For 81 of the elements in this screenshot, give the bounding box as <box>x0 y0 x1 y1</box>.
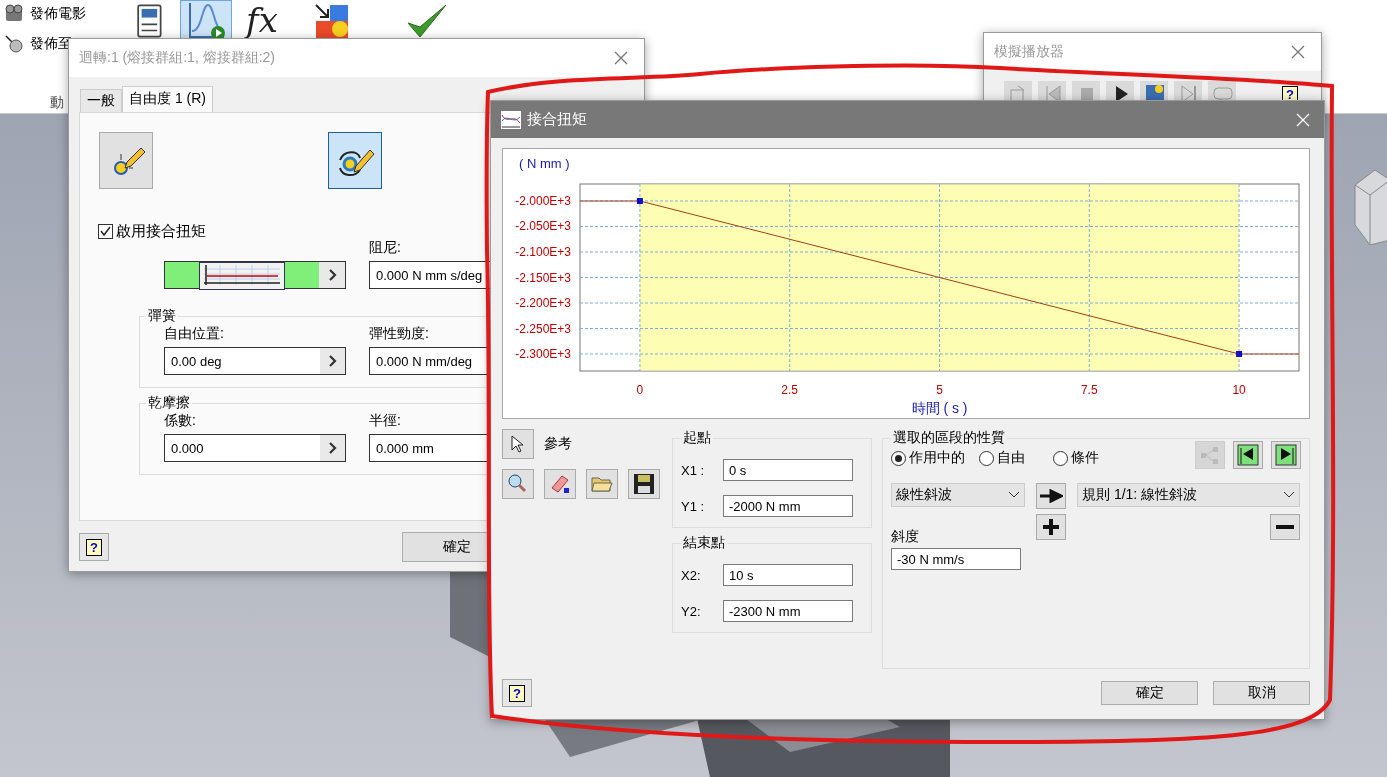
flag-right-icon <box>1275 444 1297 466</box>
value-field[interactable]: -30 N mm/s <box>891 548 1021 570</box>
axis-tick-label: -2.000E+3 <box>515 194 571 208</box>
split-icon <box>1199 445 1221 465</box>
point-marker[interactable] <box>1236 351 1243 357</box>
reference-label: 參考 <box>544 435 572 453</box>
window-title: 模擬播放器 <box>994 43 1064 61</box>
tab[interactable]: 自由度 1 (R) <box>122 86 213 112</box>
ribbon-group-label: 動 <box>50 94 64 112</box>
axis-tick-label: -2.250E+3 <box>515 321 571 336</box>
value-field[interactable]: -2300 N mm <box>723 600 853 622</box>
axis-tick-label: -2.050E+3 <box>515 219 571 234</box>
torque-graph-field[interactable] <box>164 261 346 289</box>
add-button[interactable] <box>1036 514 1066 540</box>
tab[interactable]: 一般 <box>80 89 122 112</box>
projector-icon <box>4 4 24 24</box>
field-label: 係數: <box>164 412 196 430</box>
field-label: Y1 : <box>681 498 706 514</box>
group-title: 結束點 <box>682 534 726 552</box>
value-field[interactable]: 10 s <box>723 564 853 586</box>
minus-icon <box>1276 525 1294 529</box>
axis-title: ( N mm ) <box>519 156 570 171</box>
field-label: 阻尼: <box>369 239 401 257</box>
axis-tick-label: -2.200E+3 <box>515 296 571 310</box>
ribbon-tool-button[interactable]: fx <box>240 0 284 40</box>
axis-tick-label: 7.5 <box>1080 383 1098 397</box>
ribbon-item-label: 發佈電影 <box>30 5 86 23</box>
tool-button[interactable] <box>544 469 576 499</box>
rule-dropdown[interactable]: 規則 1/1: 線性斜波 <box>1077 483 1300 507</box>
previous-segment-button[interactable] <box>1233 441 1263 469</box>
tool-button[interactable] <box>628 469 660 499</box>
axis-tick-label: 0 <box>636 383 644 397</box>
axis-tick-label: -2.100E+3 <box>515 245 571 259</box>
law-dropdown[interactable]: 線性斜波 <box>891 483 1025 507</box>
ribbon-tool-button[interactable] <box>180 0 232 40</box>
radio-option[interactable]: 條件 <box>1053 449 1099 467</box>
arrow-right-icon <box>1039 489 1063 503</box>
window-title: 接合扭矩 <box>527 110 587 129</box>
chevron-icon <box>327 269 337 281</box>
group-title: 選取的區段的性質 <box>892 429 1006 447</box>
axis-tick-label: 2.5 <box>781 383 799 397</box>
point-marker[interactable] <box>636 198 643 204</box>
formula-glyph: fx <box>246 1 278 39</box>
caret-icon <box>1008 491 1020 499</box>
enable-torque-checkbox[interactable]: 啟用接合扭矩 <box>98 222 206 241</box>
pointer-button[interactable] <box>502 429 534 459</box>
axis-tick-label: 5 <box>936 383 943 397</box>
caret-icon <box>1283 491 1295 499</box>
value-field[interactable]: -2000 N mm <box>723 495 853 517</box>
axis-title: 時間 ( s ) <box>911 400 968 416</box>
field-label: X1 : <box>681 462 706 478</box>
axis-tick-label: -2.300E+3 <box>515 347 571 361</box>
mode-button[interactable] <box>328 132 382 189</box>
flag-left-icon <box>1237 444 1259 466</box>
field-label: Y2: <box>681 603 702 619</box>
field-label: X2: <box>681 567 702 583</box>
window-title: 迴轉:1 (熔接群組:1, 熔接群組:2) <box>79 49 276 67</box>
axis-tick-label: 10 <box>1232 383 1246 397</box>
radio-option[interactable]: 自由 <box>979 449 1025 467</box>
radio-option[interactable]: 作用中的 <box>891 449 965 467</box>
plus-icon <box>1042 518 1060 536</box>
axis-tick-label: -2.150E+3 <box>515 270 571 285</box>
apply-button[interactable] <box>1036 483 1066 509</box>
ok-button[interactable]: 確定 <box>1101 681 1198 705</box>
value-field[interactable]: 0 s <box>723 459 853 481</box>
group-title: 起點 <box>682 429 712 447</box>
remove-button[interactable] <box>1270 514 1300 540</box>
group-title: 彈簧 <box>147 307 177 325</box>
group-title: 乾摩擦 <box>147 394 191 412</box>
field-label: 斜度 <box>891 528 920 546</box>
mode-button[interactable] <box>99 132 153 189</box>
chart-icon <box>501 110 521 129</box>
cancel-button[interactable]: 取消 <box>1213 681 1310 705</box>
field-label: 半徑: <box>369 412 401 430</box>
arrow-button[interactable] <box>319 262 345 288</box>
field-label: 彈性勁度: <box>369 325 429 343</box>
next-segment-button[interactable] <box>1271 441 1301 469</box>
help-button[interactable]: ? <box>502 679 532 707</box>
help-button[interactable]: ? <box>79 533 109 561</box>
ribbon-item[interactable]: 發佈電影 <box>4 4 86 24</box>
field-label: 自由位置: <box>164 325 224 343</box>
